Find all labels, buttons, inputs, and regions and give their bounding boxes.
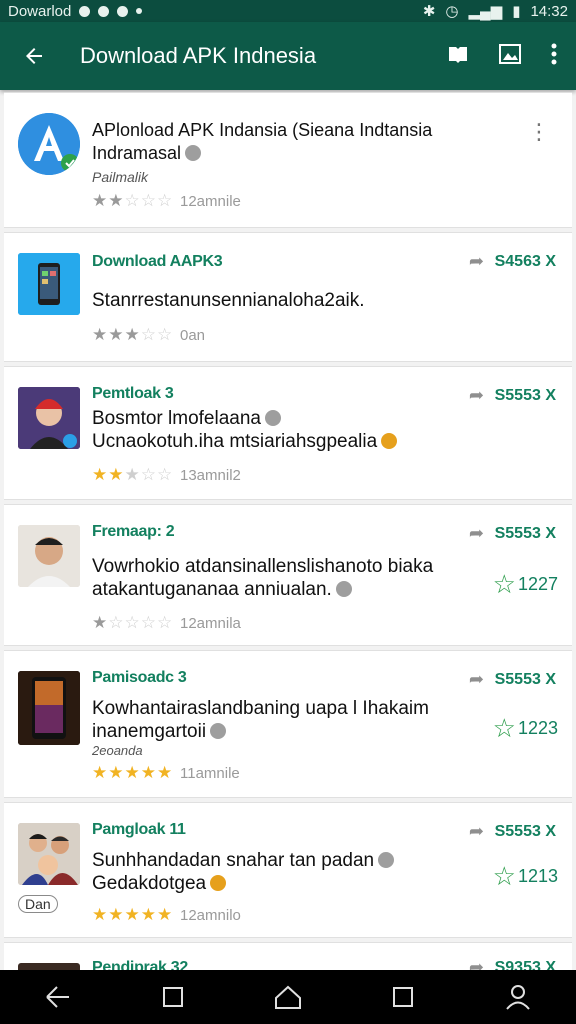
back-nav-button[interactable] <box>38 977 78 1017</box>
list-item[interactable]: Dan Pamgloak 11 Sunhhandadan snahar tan … <box>4 802 572 938</box>
star-outline-icon: ☆ <box>492 569 516 599</box>
gallery-button[interactable] <box>498 42 522 71</box>
app-price: S4563 X <box>494 253 556 270</box>
notification-icon-3 <box>117 5 129 17</box>
rating-stars: ★★★★★ <box>92 905 174 924</box>
list-item[interactable]: Pemtloak 3 Bosmtor lmofelaana Ucnaokotuh… <box>4 366 572 500</box>
app-rating: ☆ 1223 <box>492 713 558 743</box>
status-app-label: Dowarlod <box>8 2 72 20</box>
app-thumbnail <box>18 823 80 885</box>
clock: 14:32 <box>530 2 568 20</box>
rating-stars: ★☆☆☆☆ <box>92 613 174 632</box>
app-thumbnail <box>18 525 80 587</box>
rating-stars: ★★★★★ <box>92 763 174 782</box>
rating-stars: ★★★☆☆ <box>92 465 174 484</box>
app-meta: 12amnilo <box>180 907 241 924</box>
app-description: Bosmtor lmofelaana Ucnaokotuh.iha mtsiar… <box>92 407 452 453</box>
app-description: Kowhantairaslandbaning uapa l Ihakaim in… <box>92 698 429 742</box>
bluetooth-icon: ✱ <box>422 3 436 20</box>
share-icon[interactable]: ➦ <box>469 821 484 842</box>
app-name: Fremaap: 2 <box>92 523 175 540</box>
back-arrow-icon <box>26 48 42 64</box>
star-outline-icon: ☆ <box>492 713 516 743</box>
app-description: Stanrrestanunsennianaloha2aik. <box>92 290 365 311</box>
status-bar: Dowarlod ✱ ◷ ▂▄▆ ▮ 14:32 <box>0 0 576 22</box>
notification-icon <box>79 5 91 17</box>
share-icon[interactable]: ➦ <box>469 251 484 272</box>
app-bar: Download APK Indnesia <box>0 22 576 90</box>
list-item[interactable]: Download AAPK3 Stanrrestanunsennianaloha… <box>4 232 572 362</box>
square-icon <box>393 987 414 1007</box>
page-title: Download APK Indnesia <box>80 43 317 68</box>
app-rating: ☆ 1227 <box>492 569 558 599</box>
back-nav-icon <box>45 986 69 1008</box>
person-icon <box>506 985 531 1010</box>
app-meta: 13amnil2 <box>180 467 241 484</box>
rating-stars: ★★★☆☆ <box>92 325 174 344</box>
alarm-icon: ◷ <box>445 3 459 20</box>
notification-dot-icon <box>136 8 143 14</box>
system-nav-bar <box>0 970 576 1024</box>
app-name: Pemtloak 3 <box>92 385 174 402</box>
app-rating: ☆ 1213 <box>492 861 558 891</box>
app-badge: Dan <box>18 895 58 913</box>
square-icon <box>162 987 183 1007</box>
app-meta: 12amnila <box>180 615 241 632</box>
app-description: Sunhhandadan snahar tan padan Gedakdotge… <box>92 849 452 895</box>
app-meta: 11amnile <box>180 765 240 782</box>
app-thumbnail <box>18 671 80 745</box>
overview-button[interactable] <box>383 977 423 1017</box>
share-icon[interactable]: ➦ <box>469 523 484 544</box>
info-icon <box>185 145 202 161</box>
featured-app-title: APlonload APK Indansia (Sieana Indtansia… <box>92 120 433 163</box>
featured-rating-stars: ★★☆☆☆ <box>92 191 174 210</box>
app-price: S5553 X <box>494 525 556 542</box>
app-name: Download AAPK3 <box>92 253 223 270</box>
app-price: S5553 X <box>494 671 556 688</box>
share-icon[interactable]: ➦ <box>469 669 484 690</box>
profile-button[interactable] <box>498 977 538 1017</box>
back-button[interactable] <box>12 34 56 78</box>
bookmark-button[interactable] <box>446 42 470 71</box>
featured-app-icon <box>18 113 80 175</box>
app-price: S5553 X <box>494 387 556 404</box>
overflow-menu-button[interactable] <box>550 42 558 71</box>
featured-developer: Pailmalik <box>92 169 149 185</box>
featured-more-icon[interactable]: ⋮ <box>528 119 550 145</box>
battery-icon: ▮ <box>512 3 521 20</box>
featured-meta: 12amnile <box>180 193 241 210</box>
app-name: Pamisoadc 3 <box>92 669 187 686</box>
signal-icon: ▂▄▆ <box>468 3 503 20</box>
home-icon <box>274 985 301 1009</box>
app-name: Pamgloak 11 <box>92 821 186 838</box>
list-item[interactable]: Fremaap: 2 Vowrhokio atdansinallenslisha… <box>4 504 572 646</box>
app-meta: 0an <box>180 327 206 344</box>
app-price: S5553 X <box>494 823 556 840</box>
app-description: Vowrhokio atdansinallenslishanoto biaka … <box>92 556 434 600</box>
app-thumbnail <box>18 253 80 315</box>
image-icon <box>499 43 521 64</box>
app-thumbnail <box>18 387 80 449</box>
recents-button[interactable] <box>153 977 193 1017</box>
app-developer: 2eoanda <box>92 743 143 758</box>
more-vert-icon <box>551 43 557 64</box>
star-outline-icon: ☆ <box>492 861 516 891</box>
share-icon[interactable]: ➦ <box>469 385 484 406</box>
home-button[interactable] <box>268 977 308 1017</box>
notification-icon-2 <box>98 5 110 17</box>
book-icon <box>449 46 467 63</box>
featured-app-card[interactable]: APlonload APK Indansia (Sieana Indtansia… <box>4 92 572 228</box>
list-item[interactable]: Pamisoadc 3 Kowhantairaslandbaning uapa … <box>4 650 572 798</box>
